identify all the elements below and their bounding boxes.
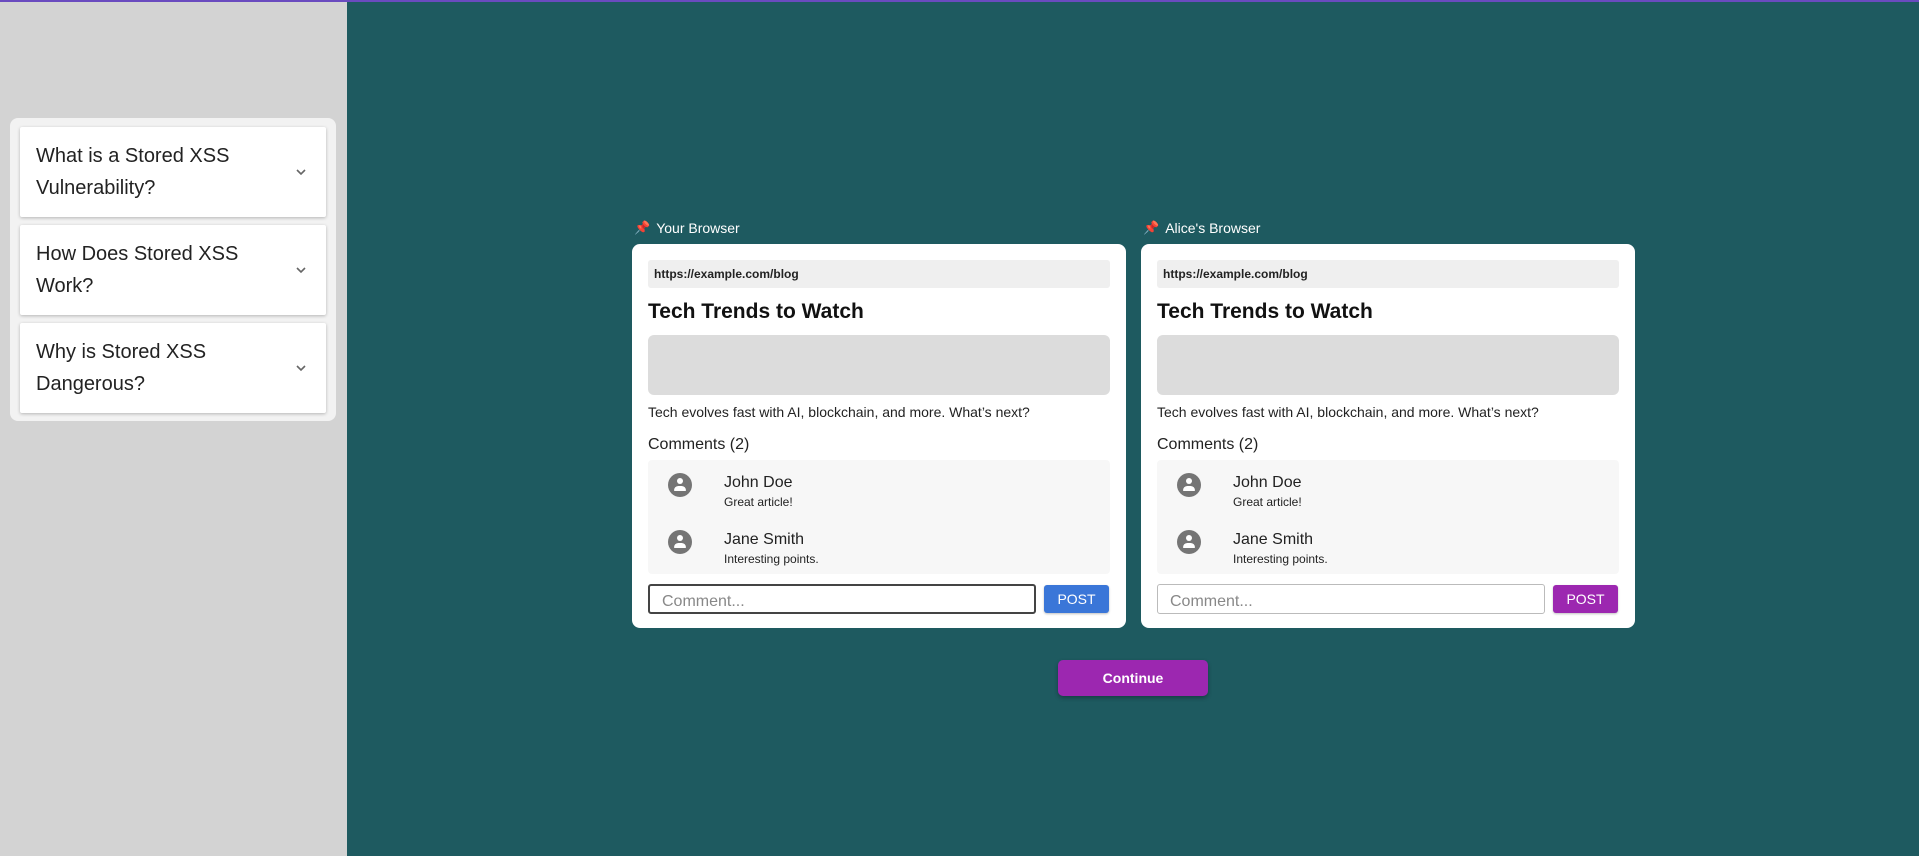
avatar-icon [668,530,692,554]
avatar-icon [1177,473,1201,497]
comment-text: Great article! [724,495,793,509]
comment-item: Jane Smith Interesting points. [1157,523,1619,580]
faq-item-how-does-stored-xss-work[interactable]: How Does Stored XSS Work? [20,225,326,315]
comment-text: Interesting points. [724,552,819,566]
comments-list: John Doe Great article! Jane Smith Inter… [648,460,1110,574]
post-button[interactable]: POST [1044,585,1109,613]
browser-label-text: Alice's Browser [1165,220,1261,236]
comment-author: John Doe [724,474,793,491]
continue-button[interactable]: Continue [1058,660,1208,696]
faq-item-why-is-stored-xss-dangerous[interactable]: Why is Stored XSS Dangerous? [20,323,326,413]
comment-input[interactable] [648,584,1036,614]
browser-label-text: Your Browser [656,220,740,236]
faq-item-what-is-stored-xss[interactable]: What is a Stored XSS Vulnerability? [20,127,326,217]
comment-text: Great article! [1233,495,1302,509]
main-area: 📌 Your Browser https://example.com/blog … [347,2,1919,856]
alice-browser-label: 📌 Alice's Browser [1143,220,1260,236]
pushpin-icon: 📌 [634,220,651,235]
comments-heading: Comments (2) [1157,436,1259,453]
chevron-down-icon [296,169,306,176]
your-browser-label: 📌 Your Browser [634,220,740,236]
faq-question: Why is Stored XSS Dangerous? [36,341,207,395]
comment-form: POST [1157,584,1619,614]
comment-item: Jane Smith Interesting points. [648,523,1110,580]
comment-item: John Doe Great article! [1157,466,1619,523]
chevron-down-icon [296,365,306,372]
comment-author: John Doe [1233,474,1302,491]
comment-author: Jane Smith [724,531,805,548]
post-button[interactable]: POST [1553,585,1618,613]
comment-author: Jane Smith [1233,531,1314,548]
avatar-icon [1177,530,1201,554]
your-browser-card: https://example.com/blog Tech Trends to … [632,244,1126,628]
faq-question: What is a Stored XSS Vulnerability? [36,145,230,199]
image-placeholder [648,335,1110,395]
url-bar: https://example.com/blog [1157,260,1619,288]
url-bar: https://example.com/blog [648,260,1110,288]
post-title: Tech Trends to Watch [648,300,864,323]
comments-heading: Comments (2) [648,436,750,453]
sidebar: What is a Stored XSS Vulnerability? How … [0,2,347,856]
post-description: Tech evolves fast with AI, blockchain, a… [1157,404,1539,420]
avatar-icon [668,473,692,497]
post-description: Tech evolves fast with AI, blockchain, a… [648,404,1030,420]
faq-panel: What is a Stored XSS Vulnerability? How … [10,118,336,421]
chevron-down-icon [296,267,306,274]
comment-input[interactable] [1157,584,1545,614]
comment-form: POST [648,584,1110,614]
faq-question: How Does Stored XSS Work? [36,243,239,297]
image-placeholder [1157,335,1619,395]
comment-text: Interesting points. [1233,552,1328,566]
alice-browser-card: https://example.com/blog Tech Trends to … [1141,244,1635,628]
comments-list: John Doe Great article! Jane Smith Inter… [1157,460,1619,574]
pushpin-icon: 📌 [1143,220,1160,235]
post-title: Tech Trends to Watch [1157,300,1373,323]
comment-item: John Doe Great article! [648,466,1110,523]
